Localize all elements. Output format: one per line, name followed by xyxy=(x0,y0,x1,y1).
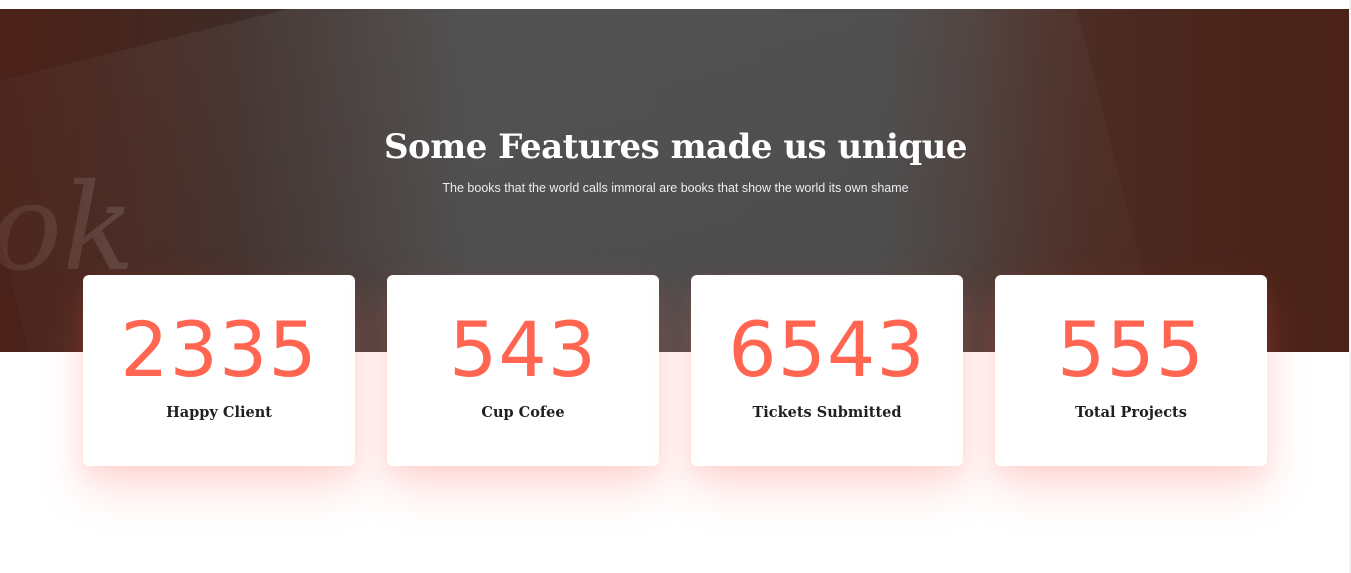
counter-label: Happy Client xyxy=(166,404,272,421)
counter-card-tickets-submitted: 6543 Tickets Submitted xyxy=(691,275,963,466)
counter-value: 555 xyxy=(1056,305,1206,394)
counter-card-cup-coffee: 543 Cup Cofee xyxy=(387,275,659,466)
counter-label: Tickets Submitted xyxy=(752,404,902,421)
counter-label: Cup Cofee xyxy=(481,404,565,421)
section-title: Some Features made us unique xyxy=(384,127,968,167)
counter-card-happy-client: 2335 Happy Client xyxy=(83,275,355,466)
counter-value: 543 xyxy=(448,305,598,394)
section-subtitle: The books that the world calls immoral a… xyxy=(442,181,909,195)
counter-label: Total Projects xyxy=(1075,404,1187,421)
counter-card-total-projects: 555 Total Projects xyxy=(995,275,1267,466)
counter-value: 6543 xyxy=(728,305,926,394)
counter-value: 2335 xyxy=(120,305,318,394)
features-page: ok Some Features made us unique The book… xyxy=(0,0,1351,573)
